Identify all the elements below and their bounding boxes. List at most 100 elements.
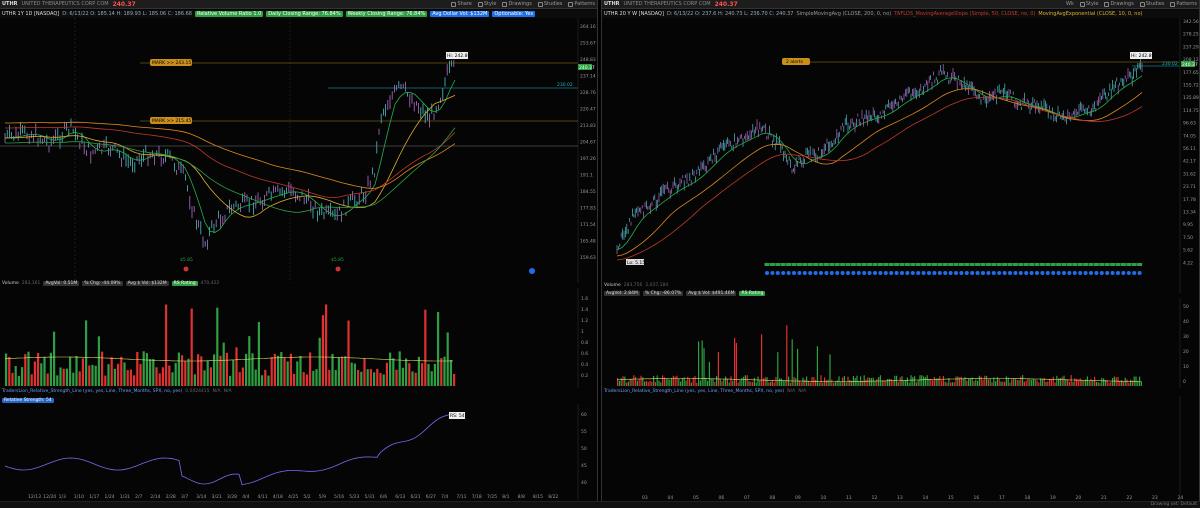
drawings-button[interactable]: Drawings [1104, 1, 1134, 7]
earnings-marker[interactable] [1137, 263, 1143, 266]
ma-slope-study[interactable]: TAFLDS_MovingAverageSlope (Simple, 50, C… [894, 11, 1035, 17]
earnings-marker[interactable] [780, 263, 786, 266]
earnings-marker[interactable] [1029, 263, 1035, 266]
earnings-marker[interactable] [829, 263, 835, 266]
event-marker[interactable] [986, 271, 991, 275]
event-marker[interactable] [948, 271, 953, 275]
earnings-marker[interactable] [1104, 263, 1110, 266]
event-marker[interactable] [975, 271, 980, 275]
earnings-marker[interactable] [899, 263, 905, 266]
event-marker[interactable] [910, 271, 915, 275]
rs-study-title[interactable]: TradersLion_Relative_Strength_Line (yes,… [2, 389, 182, 394]
earnings-marker[interactable] [985, 263, 991, 266]
earnings-marker[interactable] [953, 263, 959, 266]
earnings-marker[interactable] [1007, 263, 1013, 266]
event-marker[interactable] [878, 271, 883, 275]
earnings-marker[interactable] [786, 263, 792, 266]
earnings-marker[interactable] [845, 263, 851, 266]
earnings-marker[interactable] [937, 263, 943, 266]
earnings-marker[interactable] [823, 263, 829, 266]
earnings-marker[interactable] [764, 263, 770, 266]
earnings-marker[interactable] [958, 263, 964, 266]
earnings-marker[interactable] [872, 263, 878, 266]
event-marker[interactable] [1008, 271, 1012, 275]
earnings-marker[interactable] [948, 263, 954, 266]
earnings-marker[interactable] [796, 263, 802, 266]
event-marker[interactable] [765, 271, 769, 275]
ema-study[interactable]: MovingAvgExponential (CLOSE, 10, 0, no) [1038, 11, 1142, 17]
style-button[interactable]: Style [477, 1, 496, 7]
earnings-marker[interactable] [867, 263, 873, 266]
event-marker[interactable] [835, 271, 840, 275]
right-volume-chart[interactable]: 50 40 30 20 10 0 [602, 298, 1200, 388]
earnings-marker[interactable] [1072, 263, 1078, 266]
event-marker[interactable] [1083, 271, 1088, 275]
earnings-marker[interactable] [802, 263, 808, 266]
event-marker[interactable] [954, 271, 958, 275]
earnings-marker[interactable] [964, 263, 970, 266]
event-marker[interactable] [894, 271, 899, 275]
share-button[interactable]: Share [451, 1, 472, 7]
event-marker[interactable] [802, 271, 807, 275]
studies-button[interactable]: Studies [537, 1, 562, 7]
symbol-input[interactable]: UTHR [2, 1, 18, 7]
earnings-marker[interactable] [1050, 263, 1056, 266]
event-marker[interactable] [937, 271, 942, 275]
event-marker[interactable] [991, 271, 996, 275]
event-marker[interactable] [1105, 271, 1110, 275]
event-marker[interactable] [997, 271, 1002, 275]
earnings-marker[interactable] [904, 263, 910, 266]
event-marker[interactable] [964, 271, 969, 275]
earnings-marker[interactable] [991, 263, 997, 266]
event-marker-2[interactable] [335, 266, 341, 272]
earnings-marker[interactable] [1018, 263, 1024, 266]
event-marker[interactable] [1040, 271, 1045, 275]
event-marker[interactable] [792, 271, 796, 275]
earnings-marker[interactable] [1056, 263, 1062, 266]
event-marker[interactable] [873, 271, 877, 275]
earnings-marker[interactable] [769, 263, 775, 266]
earnings-marker[interactable] [1039, 263, 1045, 266]
event-marker[interactable] [921, 271, 926, 275]
symbol-input[interactable]: UTHR [604, 1, 620, 7]
event-marker[interactable] [1121, 271, 1126, 275]
drawing-set-label[interactable]: Drawing set: Default [1151, 502, 1197, 507]
earnings-marker[interactable] [980, 263, 986, 266]
left-chart-pane[interactable]: UTHR UNITED THERAPEUTICS CORP COM 240.37… [0, 0, 598, 508]
earnings-marker[interactable] [861, 263, 867, 266]
earnings-marker[interactable] [791, 263, 797, 266]
event-marker[interactable] [846, 271, 850, 275]
event-marker[interactable] [1099, 271, 1104, 275]
event-marker[interactable] [1045, 271, 1050, 275]
event-marker[interactable] [797, 271, 802, 275]
event-marker[interactable] [1035, 271, 1039, 275]
earnings-marker[interactable] [1077, 263, 1083, 266]
event-marker[interactable] [770, 271, 775, 275]
event-marker[interactable] [1110, 271, 1115, 275]
earnings-marker[interactable] [1045, 263, 1051, 266]
event-marker[interactable] [1062, 271, 1066, 275]
earnings-marker[interactable] [1131, 263, 1137, 266]
earnings-marker[interactable] [883, 263, 889, 266]
earnings-marker[interactable] [894, 263, 900, 266]
timeframe-button[interactable]: Wk [1066, 1, 1074, 7]
event-marker[interactable] [775, 271, 780, 275]
event-marker[interactable] [840, 271, 845, 275]
rs-study-title[interactable]: TradersLion_Relative_Strength_Line (yes,… [604, 389, 784, 394]
event-marker[interactable] [1056, 271, 1061, 275]
earnings-marker[interactable] [942, 263, 948, 266]
left-price-chart[interactable]: MARK >> 243.15 MARK >> 215.45 Hi: 242.89… [0, 18, 598, 283]
earnings-marker[interactable] [926, 263, 932, 266]
earnings-marker[interactable] [931, 263, 937, 266]
event-marker[interactable] [943, 271, 948, 275]
right-rs-chart[interactable]: 03 04 05 06 07 08 09 10 11 12 13 14 15 16 17 18 19 20 21 22… [602, 396, 1200, 501]
earnings-marker[interactable] [915, 263, 921, 266]
event-marker[interactable] [889, 271, 894, 275]
event-marker[interactable] [786, 271, 791, 275]
event-marker[interactable] [927, 271, 931, 275]
earnings-marker[interactable] [1088, 263, 1094, 266]
sma-study[interactable]: SimpleMovingAvg (CLOSE, 200, 0, no) [796, 11, 891, 17]
event-marker[interactable] [1072, 271, 1077, 275]
earnings-marker[interactable] [910, 263, 916, 266]
earnings-marker[interactable] [1002, 263, 1008, 266]
